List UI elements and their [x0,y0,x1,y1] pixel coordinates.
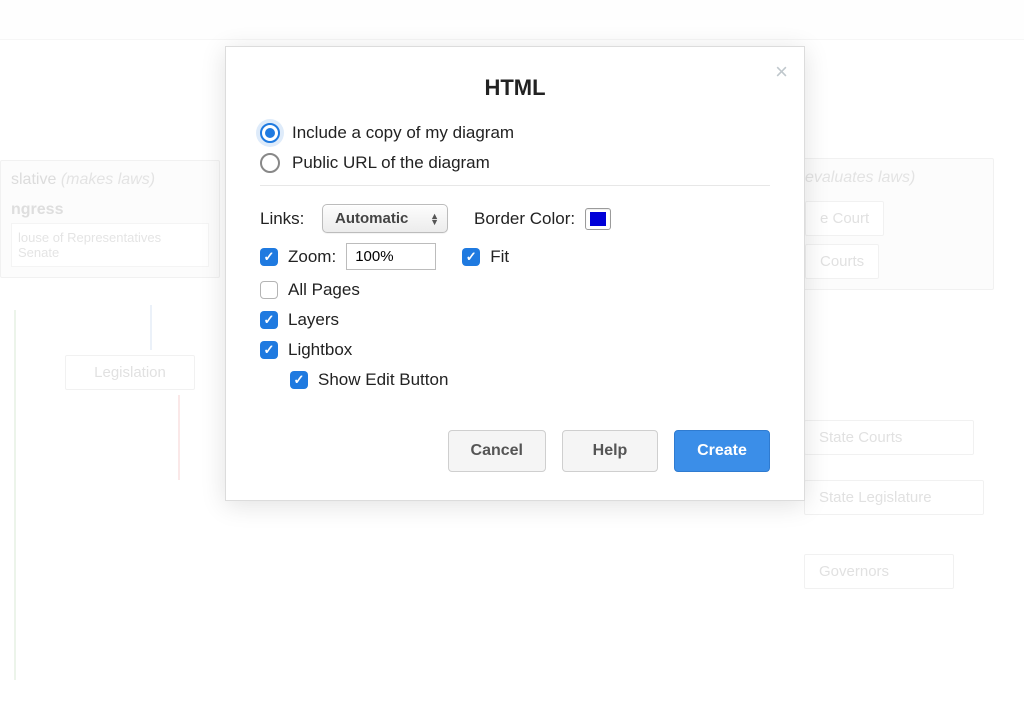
show-edit-label: Show Edit Button [318,370,448,390]
links-border-row: Links: Automatic ▲▼ Border Color: [260,204,770,233]
border-color-picker[interactable] [585,208,611,230]
lightbox-row: ✓ Lightbox [260,340,770,360]
help-button[interactable]: Help [562,430,658,472]
radio-include-copy-label: Include a copy of my diagram [292,123,514,143]
radio-public-url-label: Public URL of the diagram [292,153,490,173]
create-button[interactable]: Create [674,430,770,472]
color-swatch-icon [590,212,606,226]
select-arrows-icon: ▲▼ [430,213,439,225]
zoom-fit-row: ✓ Zoom: ✓ Fit [260,243,770,270]
layers-checkbox[interactable]: ✓ [260,311,278,329]
links-label: Links: [260,209,312,229]
zoom-label: Zoom: [288,247,336,267]
lightbox-checkbox[interactable]: ✓ [260,341,278,359]
all-pages-label: All Pages [288,280,360,300]
show-edit-row: ✓ Show Edit Button [290,370,770,390]
dialog-button-row: Cancel Help Create [260,430,770,472]
radio-unselected-icon [260,153,280,173]
export-html-dialog: × HTML Include a copy of my diagram Publ… [225,46,805,501]
zoom-input[interactable] [346,243,436,270]
layers-row: ✓ Layers [260,310,770,330]
close-icon[interactable]: × [775,59,788,85]
links-select-value: Automatic [335,210,408,227]
radio-public-url[interactable]: Public URL of the diagram [260,153,770,173]
fit-checkbox[interactable]: ✓ [462,248,480,266]
zoom-checkbox[interactable]: ✓ [260,248,278,266]
lightbox-label: Lightbox [288,340,352,360]
radio-selected-icon [260,123,280,143]
cancel-button[interactable]: Cancel [448,430,546,472]
border-color-label: Border Color: [474,209,575,229]
divider [260,185,770,186]
all-pages-checkbox[interactable] [260,281,278,299]
radio-include-copy[interactable]: Include a copy of my diagram [260,123,770,143]
show-edit-checkbox[interactable]: ✓ [290,371,308,389]
layers-label: Layers [288,310,339,330]
dialog-title: HTML [260,75,770,101]
fit-label: Fit [490,247,509,267]
all-pages-row: All Pages [260,280,770,300]
links-select[interactable]: Automatic ▲▼ [322,204,448,233]
